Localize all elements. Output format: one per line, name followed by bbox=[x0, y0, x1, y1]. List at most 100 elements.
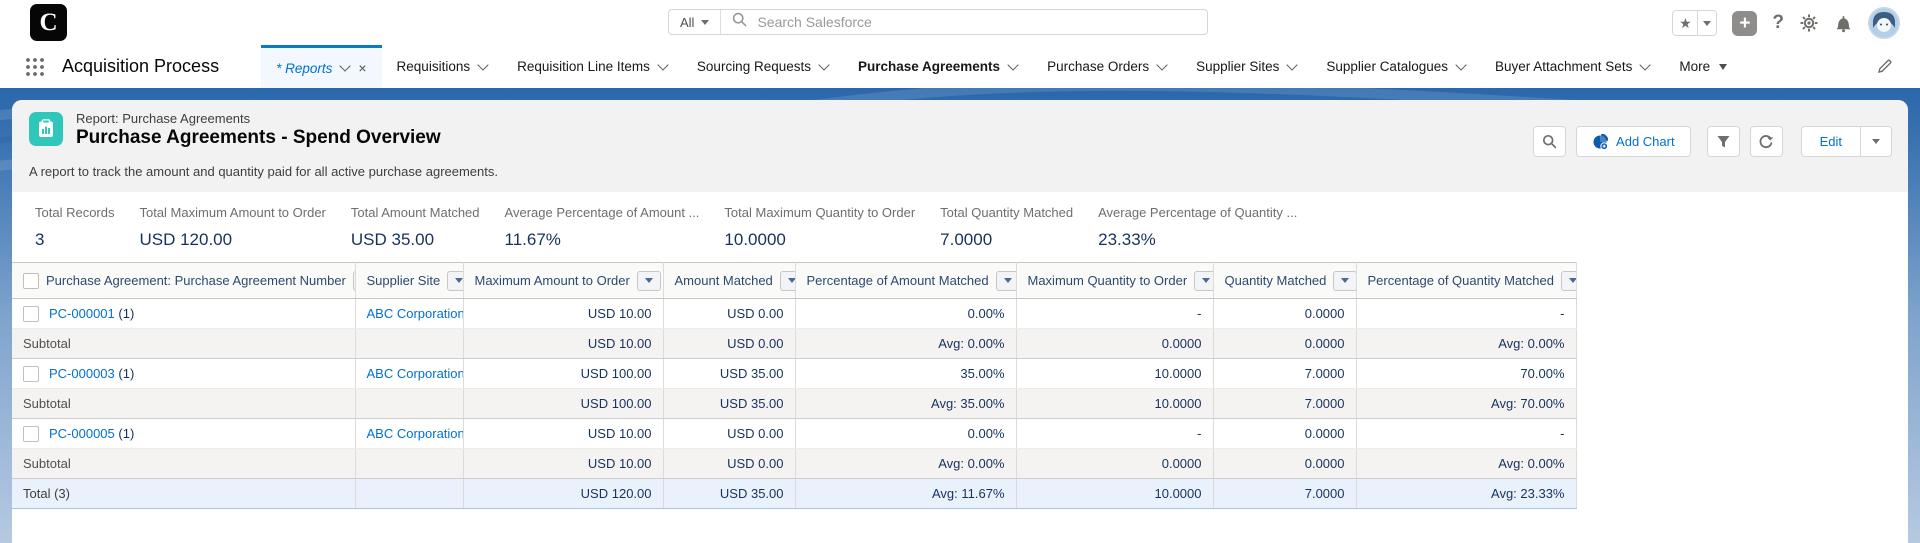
purchase-agreement-link[interactable]: PC-000003 bbox=[49, 366, 115, 381]
column-menu-button[interactable] bbox=[780, 271, 795, 291]
notifications-bell-icon[interactable] bbox=[1834, 13, 1853, 33]
tab-purchase-orders[interactable]: Purchase Orders bbox=[1032, 45, 1181, 88]
purchase-agreement-link[interactable]: PC-000005 bbox=[49, 426, 115, 441]
search-input[interactable] bbox=[755, 13, 1207, 31]
chevron-down-icon[interactable] bbox=[818, 59, 829, 70]
column-menu-button[interactable] bbox=[1194, 271, 1213, 291]
column-menu-button[interactable] bbox=[447, 271, 463, 291]
metric-label: Total Quantity Matched bbox=[940, 205, 1073, 220]
row-label: Total (3) bbox=[23, 486, 70, 501]
total-row: Total (3)USD 120.00USD 35.00Avg: 11.67%1… bbox=[12, 479, 1576, 509]
chevron-down-icon[interactable] bbox=[1640, 59, 1651, 70]
tab-reports[interactable]: * Reports× bbox=[261, 45, 381, 88]
tab-buyer-attachment-sets[interactable]: Buyer Attachment Sets bbox=[1480, 45, 1664, 88]
value-cell: USD 10.00 bbox=[463, 449, 663, 479]
filter-button[interactable] bbox=[1707, 126, 1740, 157]
column-header-quantity-matched[interactable]: Quantity Matched bbox=[1213, 263, 1356, 299]
value-cell: 7.0000 bbox=[1213, 479, 1356, 509]
tab-label: More bbox=[1679, 59, 1710, 74]
table-header-row: Purchase Agreement: Purchase Agreement N… bbox=[12, 263, 1576, 299]
value-cell: Avg: 0.00% bbox=[795, 449, 1016, 479]
help-icon[interactable]: ? bbox=[1772, 12, 1784, 34]
find-in-report-button[interactable] bbox=[1533, 126, 1566, 157]
page-title: Purchase Agreements - Spend Overview bbox=[76, 127, 441, 149]
nav-tabs: * Reports× Requisitions Requisition Line I… bbox=[261, 45, 1742, 88]
chevron-down-icon[interactable] bbox=[1156, 59, 1167, 70]
chevron-down-icon[interactable] bbox=[1007, 59, 1018, 70]
tab-requisitions[interactable]: Requisitions bbox=[382, 45, 503, 88]
chevron-down-icon[interactable] bbox=[1455, 59, 1466, 70]
report-actions: Add Chart bbox=[1533, 126, 1892, 157]
supplier-site-link[interactable]: ABC Corporation bbox=[367, 426, 464, 441]
refresh-button[interactable] bbox=[1750, 126, 1783, 157]
column-menu-button[interactable] bbox=[1333, 271, 1356, 291]
empty-cell bbox=[355, 449, 463, 479]
search-scope-dropdown[interactable]: All bbox=[669, 10, 721, 34]
tab-supplier-sites[interactable]: Supplier Sites bbox=[1181, 45, 1311, 88]
setup-gear-icon[interactable] bbox=[1799, 13, 1819, 33]
metric-label: Total Records bbox=[35, 205, 114, 220]
app-name: Acquisition Process bbox=[62, 56, 219, 77]
chevron-down-icon[interactable] bbox=[657, 59, 668, 70]
edit-button[interactable]: Edit bbox=[1801, 126, 1861, 157]
row-checkbox[interactable] bbox=[23, 366, 39, 382]
table-row: PC-000005 (1)ABC CorporationUSD 10.00USD… bbox=[12, 419, 1576, 449]
global-search[interactable]: All bbox=[668, 9, 1208, 35]
column-header-label: Quantity Matched bbox=[1225, 273, 1327, 288]
row-count: (1) bbox=[118, 366, 134, 381]
tab-requisition-line-items[interactable]: Requisition Line Items bbox=[502, 45, 682, 88]
close-icon[interactable]: × bbox=[358, 60, 366, 76]
chevron-down-icon[interactable] bbox=[1287, 59, 1298, 70]
caret-down-icon bbox=[1341, 278, 1349, 283]
summary-metrics-row: Total Records 3Total Maximum Amount to O… bbox=[12, 192, 1908, 262]
tab-more[interactable]: More bbox=[1664, 45, 1742, 88]
edit-nav-pencil-icon[interactable] bbox=[1877, 58, 1893, 79]
metric-value: 7.0000 bbox=[940, 230, 1073, 250]
tab-purchase-agreements[interactable]: Purchase Agreements bbox=[843, 45, 1032, 88]
column-header-percentage-of-quantity-matched[interactable]: Percentage of Quantity Matched bbox=[1356, 263, 1576, 299]
column-menu-button[interactable] bbox=[996, 271, 1016, 291]
edit-more-caret[interactable] bbox=[1861, 126, 1892, 157]
supplier-site-link[interactable]: ABC Corporation bbox=[367, 306, 464, 321]
favorites-caret-icon[interactable] bbox=[1697, 11, 1716, 35]
value-cell: Avg: 0.00% bbox=[1356, 449, 1576, 479]
column-header-supplier-site[interactable]: Supplier Site bbox=[355, 263, 463, 299]
column-menu-button[interactable] bbox=[637, 271, 661, 291]
column-header-purchase-agreement-purchase-agreement-number[interactable]: Purchase Agreement: Purchase Agreement N… bbox=[12, 263, 355, 299]
user-avatar[interactable] bbox=[1868, 7, 1900, 39]
chevron-down-icon[interactable] bbox=[340, 60, 351, 71]
value-cell: USD 0.00 bbox=[663, 329, 795, 359]
edit-split-button: Edit bbox=[1801, 126, 1892, 157]
caret-down-icon bbox=[455, 278, 463, 283]
value-cell: 7.0000 bbox=[1213, 389, 1356, 419]
empty-cell bbox=[355, 389, 463, 419]
subtotal-row: SubtotalUSD 10.00USD 0.00Avg: 0.00%0.000… bbox=[12, 329, 1576, 359]
column-header-amount-matched[interactable]: Amount Matched bbox=[663, 263, 795, 299]
purchase-agreement-link[interactable]: PC-000001 bbox=[49, 306, 115, 321]
add-chart-button[interactable]: Add Chart bbox=[1576, 126, 1691, 157]
supplier-site-link[interactable]: ABC Corporation bbox=[367, 366, 464, 381]
tab-sourcing-requests[interactable]: Sourcing Requests bbox=[682, 45, 843, 88]
column-header-percentage-of-amount-matched[interactable]: Percentage of Amount Matched bbox=[795, 263, 1016, 299]
column-header-maximum-quantity-to-order[interactable]: Maximum Quantity to Order bbox=[1016, 263, 1213, 299]
favorites-star-icon[interactable]: ★ bbox=[1673, 11, 1697, 35]
tab-label: Requisitions bbox=[397, 59, 471, 74]
select-all-checkbox[interactable] bbox=[23, 273, 39, 289]
column-header-maximum-amount-to-order[interactable]: Maximum Amount to Order bbox=[463, 263, 663, 299]
company-logo[interactable]: C bbox=[30, 4, 67, 41]
report-description: A report to track the amount and quantit… bbox=[29, 164, 498, 179]
row-checkbox[interactable] bbox=[23, 306, 39, 322]
column-header-label: Maximum Quantity to Order bbox=[1028, 273, 1188, 288]
column-menu-button[interactable] bbox=[1561, 271, 1576, 291]
row-checkbox[interactable] bbox=[23, 426, 39, 442]
global-actions-plus-icon[interactable]: + bbox=[1732, 11, 1757, 36]
app-launcher-icon[interactable] bbox=[25, 57, 45, 77]
value-cell: USD 10.00 bbox=[463, 419, 663, 449]
caret-down-icon bbox=[1719, 64, 1727, 70]
value-cell: - bbox=[1016, 419, 1213, 449]
chevron-down-icon[interactable] bbox=[477, 59, 488, 70]
value-cell: USD 100.00 bbox=[463, 389, 663, 419]
tab-supplier-catalogues[interactable]: Supplier Catalogues bbox=[1311, 45, 1480, 88]
metric-label: Average Percentage of Quantity ... bbox=[1098, 205, 1297, 220]
value-cell: USD 35.00 bbox=[663, 359, 795, 389]
